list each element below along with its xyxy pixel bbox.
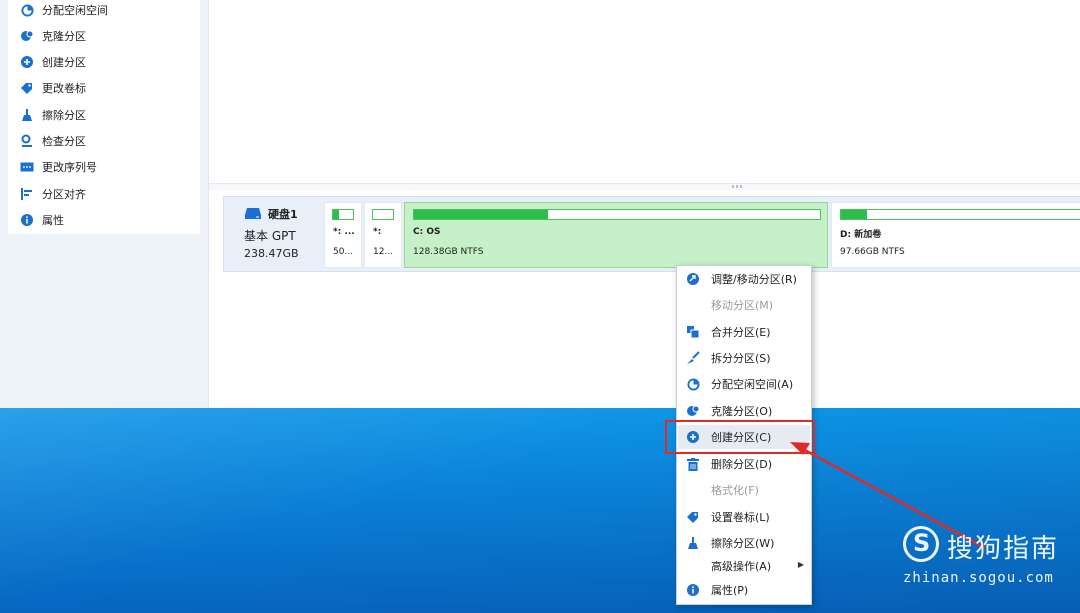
- sogou-watermark: S 搜狗指南 zhinan.sogou.com: [903, 526, 1073, 596]
- annotation-arrow: [790, 442, 986, 550]
- watermark-url: zhinan.sogou.com: [903, 570, 1054, 586]
- watermark-text: 搜狗指南: [947, 534, 1060, 564]
- sogou-logo-icon: S: [903, 526, 939, 562]
